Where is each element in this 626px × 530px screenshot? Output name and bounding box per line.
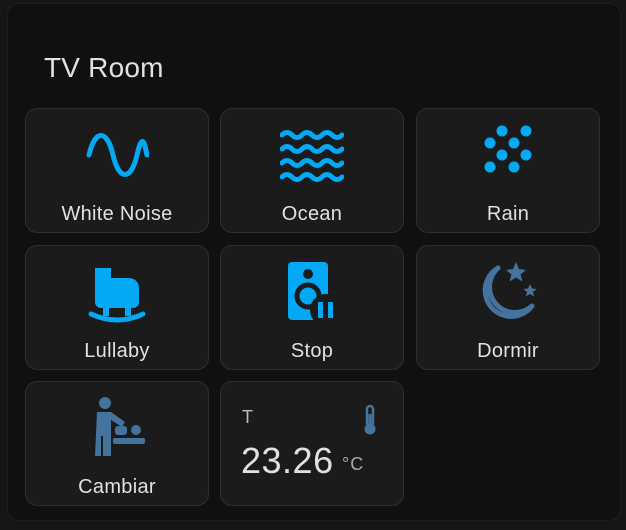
rain-button[interactable]: Rain xyxy=(416,108,600,233)
cradle-icon xyxy=(85,260,149,324)
stop-button[interactable]: Stop xyxy=(220,245,404,370)
tile-label: White Noise xyxy=(61,203,173,225)
tile-label: Ocean xyxy=(281,203,343,225)
sine-wave-icon xyxy=(85,123,149,187)
tile-label: Stop xyxy=(290,340,334,362)
sensor-unit: °C xyxy=(342,454,365,474)
cambiar-button[interactable]: Cambiar xyxy=(25,381,209,506)
card-title: TV Room xyxy=(44,52,164,83)
sensor-name: T xyxy=(242,407,253,427)
moon-stars-icon xyxy=(476,260,540,324)
white-noise-button[interactable]: White Noise xyxy=(25,108,209,233)
ocean-button[interactable]: Ocean xyxy=(220,108,404,233)
temperature-sensor-tile[interactable]: T 23.26 °C xyxy=(220,381,404,506)
tile-label: Lullaby xyxy=(84,340,150,362)
speaker-pause-icon xyxy=(280,260,344,324)
sensor-value: 23.26 xyxy=(241,440,334,481)
tile-label: Cambiar xyxy=(78,476,156,498)
lullaby-button[interactable]: Lullaby xyxy=(25,245,209,370)
dormir-button[interactable]: Dormir xyxy=(416,245,600,370)
waves-icon xyxy=(280,123,344,187)
rain-dots-icon xyxy=(476,123,540,187)
baby-changing-icon xyxy=(85,396,149,460)
tv-room-card: TV Room White Noise Ocean Rain Lullaby S… xyxy=(7,3,621,521)
tile-label: Rain xyxy=(486,203,530,225)
thermometer-icon xyxy=(359,404,381,436)
tile-label: Dormir xyxy=(477,340,539,362)
